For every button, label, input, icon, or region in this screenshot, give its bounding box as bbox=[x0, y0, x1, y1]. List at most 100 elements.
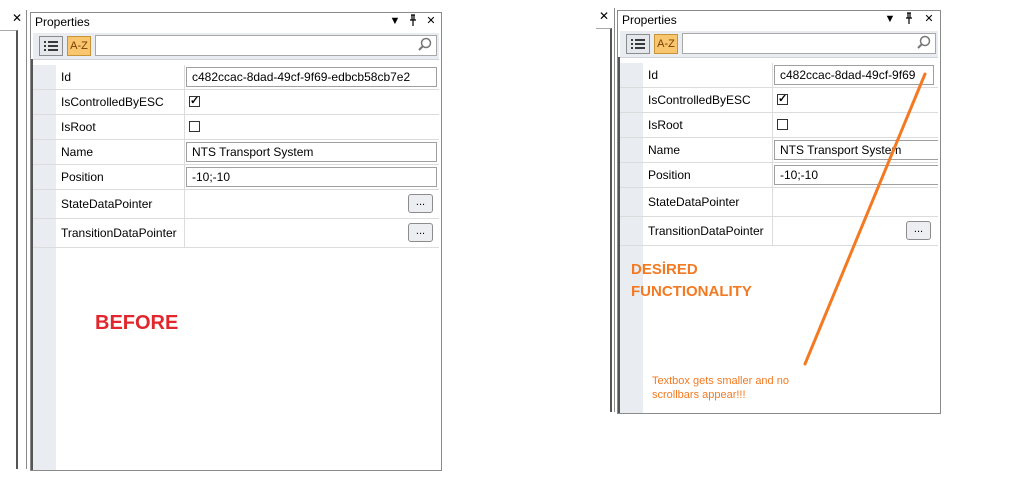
row-gutter bbox=[620, 88, 643, 112]
before-properties-panel: Properties ▼ ✕ A-Z Id c482ccac-8dad-49cf… bbox=[30, 12, 442, 471]
property-row-statedatapointer: StateDataPointer bbox=[620, 188, 938, 217]
desired-functionality-label: DESİRED FUNCTIONALITY bbox=[631, 261, 752, 300]
left-border-line bbox=[31, 59, 33, 470]
property-row-position: Position -10;-10 bbox=[33, 165, 439, 190]
column-separator bbox=[772, 163, 773, 187]
column-separator bbox=[184, 190, 185, 218]
column-separator bbox=[184, 219, 185, 247]
property-name: StateDataPointer bbox=[648, 195, 740, 209]
property-row-isroot: IsRoot bbox=[620, 113, 938, 138]
annotation-note: Textbox gets smaller and no scrollbars a… bbox=[652, 375, 789, 401]
property-row-id: Id c482ccac-8dad-49cf-9f69-edbcb58cb7e2 bbox=[33, 65, 439, 90]
iscontrolledbyesc-checkbox[interactable] bbox=[189, 94, 200, 107]
after-title-bar: Properties ▼ ✕ bbox=[618, 11, 940, 29]
before-label: BEFORE bbox=[95, 312, 179, 334]
name-textbox[interactable]: NTS Transport System bbox=[186, 142, 437, 162]
column-separator bbox=[184, 90, 185, 114]
isroot-checkbox[interactable] bbox=[777, 119, 788, 130]
column-separator bbox=[772, 113, 773, 137]
column-separator bbox=[772, 88, 773, 112]
column-separator bbox=[184, 140, 185, 164]
column-separator bbox=[772, 138, 773, 162]
id-textbox[interactable]: c482ccac-8dad-49cf-9f69 bbox=[774, 65, 934, 85]
position-textbox[interactable]: -10;-10 bbox=[186, 167, 437, 187]
after-property-grid: Id c482ccac-8dad-49cf-9f69 IsControlledB… bbox=[620, 63, 938, 246]
pin-icon[interactable] bbox=[407, 14, 419, 30]
row-gutter bbox=[33, 90, 56, 114]
row-gutter bbox=[620, 113, 643, 137]
transitiondatapointer-ellipsis-button[interactable]: ... bbox=[906, 221, 931, 240]
name-textbox[interactable]: NTS Transport System bbox=[774, 140, 938, 160]
property-name: TransitionDataPointer bbox=[648, 224, 764, 238]
close-icon[interactable]: ✕ bbox=[12, 11, 22, 25]
property-row-name: Name NTS Transport System bbox=[33, 140, 439, 165]
property-row-transitiondatapointer: TransitionDataPointer ... bbox=[620, 217, 938, 246]
property-row-iscontrolledbyesc: IsControlledByESC bbox=[33, 90, 439, 115]
search-input[interactable] bbox=[95, 35, 437, 56]
row-gutter bbox=[33, 115, 56, 139]
before-panel-title: Properties bbox=[35, 15, 90, 29]
after-properties-panel: Properties ▼ ✕ A-Z Id c482ccac-8dad-49cf… bbox=[617, 10, 941, 414]
statedatapointer-ellipsis-button[interactable]: ... bbox=[408, 194, 433, 213]
column-separator bbox=[772, 217, 773, 245]
before-toolbar: A-Z bbox=[33, 33, 439, 60]
property-name: IsRoot bbox=[648, 118, 683, 132]
close-icon[interactable]: ✕ bbox=[425, 14, 437, 28]
search-icon bbox=[418, 37, 432, 54]
categorized-icon bbox=[631, 39, 645, 49]
property-row-transitiondatapointer: TransitionDataPointer ... bbox=[33, 219, 439, 248]
dropdown-icon[interactable]: ▼ bbox=[389, 14, 401, 28]
isroot-checkbox[interactable] bbox=[189, 121, 200, 132]
property-name: IsRoot bbox=[61, 120, 96, 134]
alphabetical-button[interactable]: A-Z bbox=[67, 36, 91, 56]
property-row-position: Position -10;-10 bbox=[620, 163, 938, 188]
search-icon bbox=[917, 35, 931, 52]
before-left-pane: ✕ bbox=[0, 10, 27, 469]
column-separator bbox=[772, 188, 773, 216]
column-separator bbox=[772, 63, 773, 87]
property-row-statedatapointer: StateDataPointer ... bbox=[33, 190, 439, 219]
position-textbox[interactable]: -10;-10 bbox=[774, 165, 938, 185]
column-separator bbox=[184, 65, 185, 89]
property-row-iscontrolledbyesc: IsControlledByESC bbox=[620, 88, 938, 113]
row-gutter bbox=[620, 217, 643, 245]
dropdown-icon[interactable]: ▼ bbox=[884, 12, 896, 26]
after-toolbar: A-Z bbox=[620, 31, 938, 58]
transitiondatapointer-ellipsis-button[interactable]: ... bbox=[408, 223, 433, 242]
iscontrolledbyesc-checkbox[interactable] bbox=[777, 92, 788, 105]
left-border-line bbox=[618, 57, 620, 413]
close-icon[interactable]: ✕ bbox=[923, 12, 935, 26]
close-icon[interactable]: ✕ bbox=[599, 9, 609, 23]
property-row-name: Name NTS Transport System bbox=[620, 138, 938, 163]
before-property-grid: Id c482ccac-8dad-49cf-9f69-edbcb58cb7e2 … bbox=[33, 65, 439, 248]
grid-empty-gutter bbox=[33, 248, 56, 470]
property-name: Position bbox=[61, 170, 104, 184]
property-name: Position bbox=[648, 168, 691, 182]
property-name: Id bbox=[61, 70, 72, 84]
property-name: IsControlledByESC bbox=[648, 93, 751, 107]
id-textbox[interactable]: c482ccac-8dad-49cf-9f69-edbcb58cb7e2 bbox=[186, 67, 437, 87]
pin-icon[interactable] bbox=[903, 12, 915, 28]
categorized-button[interactable] bbox=[626, 34, 650, 54]
row-gutter bbox=[33, 219, 56, 247]
row-gutter bbox=[620, 63, 643, 87]
before-title-bar: Properties ▼ ✕ bbox=[31, 13, 441, 31]
search-input[interactable] bbox=[682, 33, 936, 54]
column-separator bbox=[184, 165, 185, 189]
property-row-isroot: IsRoot bbox=[33, 115, 439, 140]
alphabetical-button[interactable]: A-Z bbox=[654, 34, 678, 54]
row-gutter bbox=[33, 190, 56, 218]
row-gutter bbox=[620, 138, 643, 162]
property-name: TransitionDataPointer bbox=[61, 226, 177, 240]
row-gutter bbox=[620, 163, 643, 187]
categorized-button[interactable] bbox=[39, 36, 63, 56]
property-name: Name bbox=[648, 143, 681, 157]
categorized-icon bbox=[44, 41, 58, 51]
row-gutter bbox=[33, 165, 56, 189]
property-name: Name bbox=[61, 145, 94, 159]
after-left-pane-body bbox=[596, 28, 612, 412]
row-gutter bbox=[33, 140, 56, 164]
before-left-pane-body bbox=[0, 30, 18, 469]
after-panel-title: Properties bbox=[622, 13, 677, 27]
property-name: Id bbox=[648, 68, 659, 82]
